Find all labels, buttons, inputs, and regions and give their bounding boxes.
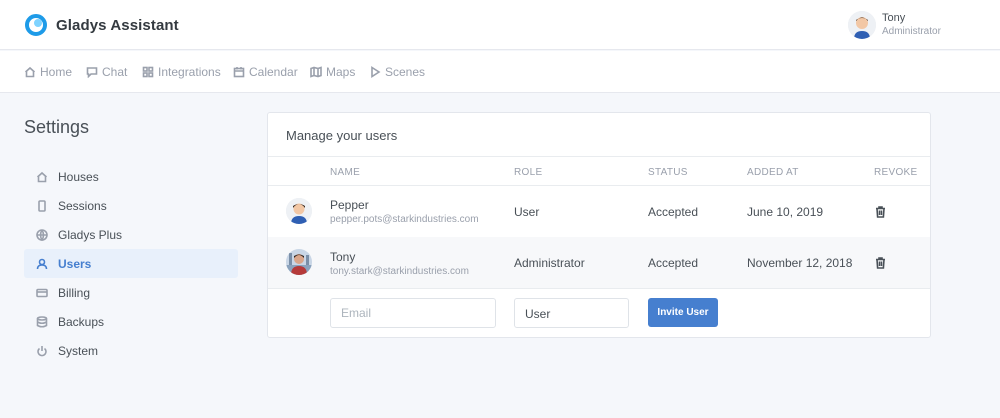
sidebar-item-label: Users bbox=[58, 256, 92, 271]
nav-label: Chat bbox=[102, 65, 128, 79]
avatar bbox=[848, 11, 876, 39]
sidebar-item-billing[interactable]: Billing bbox=[24, 278, 238, 307]
sidebar-item-sessions[interactable]: Sessions bbox=[24, 191, 238, 220]
sidebar-item-backups[interactable]: Backups bbox=[24, 307, 238, 336]
user-icon bbox=[36, 258, 48, 269]
nav-maps[interactable]: Maps bbox=[310, 65, 355, 79]
revoke-button[interactable] bbox=[875, 256, 886, 269]
user-role: Administrator bbox=[514, 256, 585, 270]
user-added-at: June 10, 2019 bbox=[747, 205, 824, 219]
user-role: User bbox=[514, 205, 540, 219]
user-name: Pepper bbox=[330, 198, 369, 212]
nav-label: Calendar bbox=[249, 65, 298, 79]
user-email: pepper.pots@starkindustries.com bbox=[330, 214, 479, 225]
user-status: Accepted bbox=[648, 205, 699, 219]
user-menu[interactable]: Tony Administrator bbox=[848, 11, 941, 39]
avatar-image-icon bbox=[286, 249, 312, 275]
power-icon bbox=[37, 345, 47, 356]
credit-card-icon bbox=[36, 288, 48, 297]
invite-user-button[interactable]: Invite User bbox=[648, 298, 718, 327]
role-select[interactable]: User bbox=[514, 298, 629, 328]
sidebar-item-label: Sessions bbox=[58, 198, 107, 213]
trash-icon bbox=[876, 206, 885, 218]
sidebar-item-label: Gladys Plus bbox=[58, 227, 123, 242]
user-role: Administrator bbox=[882, 26, 941, 37]
home-icon bbox=[24, 66, 36, 78]
divider bbox=[268, 288, 930, 289]
sidebar-item-label: Houses bbox=[58, 169, 99, 184]
trash-icon bbox=[876, 257, 885, 269]
avatar-image-icon bbox=[286, 198, 312, 224]
top-bar: Gladys Assistant Tony Administrator bbox=[0, 0, 1000, 50]
nav-chat[interactable]: Chat bbox=[86, 65, 127, 79]
brand-name: Gladys Assistant bbox=[56, 16, 179, 34]
user-added-at: November 12, 2018 bbox=[747, 256, 853, 270]
sidebar-item-houses[interactable]: Houses bbox=[24, 162, 238, 191]
page-title: Settings bbox=[24, 117, 90, 137]
sidebar-item-users[interactable]: Users bbox=[24, 249, 238, 278]
email-input[interactable] bbox=[330, 298, 496, 328]
user-email: tony.stark@starkindustries.com bbox=[330, 266, 469, 277]
revoke-button[interactable] bbox=[875, 205, 886, 218]
grid-icon bbox=[142, 66, 154, 78]
nav-label: Integrations bbox=[158, 65, 221, 79]
column-header-added-at: ADDED AT bbox=[747, 167, 799, 178]
home-icon bbox=[36, 171, 48, 182]
users-card: Manage your users NAME ROLE STATUS ADDED… bbox=[267, 112, 931, 338]
chat-icon bbox=[86, 67, 98, 78]
sidebar-item-label: System bbox=[58, 343, 99, 358]
map-icon bbox=[310, 66, 322, 78]
database-icon bbox=[36, 315, 48, 328]
column-header-name: NAME bbox=[330, 167, 361, 178]
avatar bbox=[286, 198, 312, 224]
user-name: Tony bbox=[330, 250, 356, 264]
brand[interactable]: Gladys Assistant bbox=[25, 14, 179, 36]
main-nav: Home Chat Integrations Calendar Maps Sce… bbox=[0, 51, 1000, 93]
sidebar-item-system[interactable]: System bbox=[24, 336, 238, 365]
nav-label: Maps bbox=[326, 65, 356, 79]
gladys-logo-icon bbox=[25, 14, 47, 36]
nav-integrations[interactable]: Integrations bbox=[142, 65, 221, 79]
column-header-role: ROLE bbox=[514, 167, 543, 178]
user-name: Tony bbox=[882, 12, 906, 24]
sidebar-item-label: Backups bbox=[58, 314, 105, 329]
divider bbox=[268, 156, 930, 157]
play-icon bbox=[371, 66, 381, 78]
sidebar-item-gladys-plus[interactable]: Gladys Plus bbox=[24, 220, 238, 249]
nav-scenes[interactable]: Scenes bbox=[369, 65, 425, 79]
user-status: Accepted bbox=[648, 256, 699, 270]
sidebar-item-label: Billing bbox=[58, 285, 91, 300]
nav-home[interactable]: Home bbox=[24, 65, 72, 79]
nav-label: Scenes bbox=[385, 65, 426, 79]
calendar-icon bbox=[233, 67, 245, 78]
divider bbox=[268, 185, 930, 186]
column-header-status: STATUS bbox=[648, 167, 688, 178]
avatar bbox=[286, 249, 312, 275]
globe-icon bbox=[36, 228, 48, 241]
card-title: Manage your users bbox=[286, 128, 398, 143]
avatar-image-icon bbox=[848, 11, 876, 39]
device-icon bbox=[38, 199, 46, 212]
nav-label: Home bbox=[40, 65, 73, 79]
column-header-revoke: REVOKE bbox=[874, 167, 918, 178]
nav-calendar[interactable]: Calendar bbox=[233, 65, 298, 79]
